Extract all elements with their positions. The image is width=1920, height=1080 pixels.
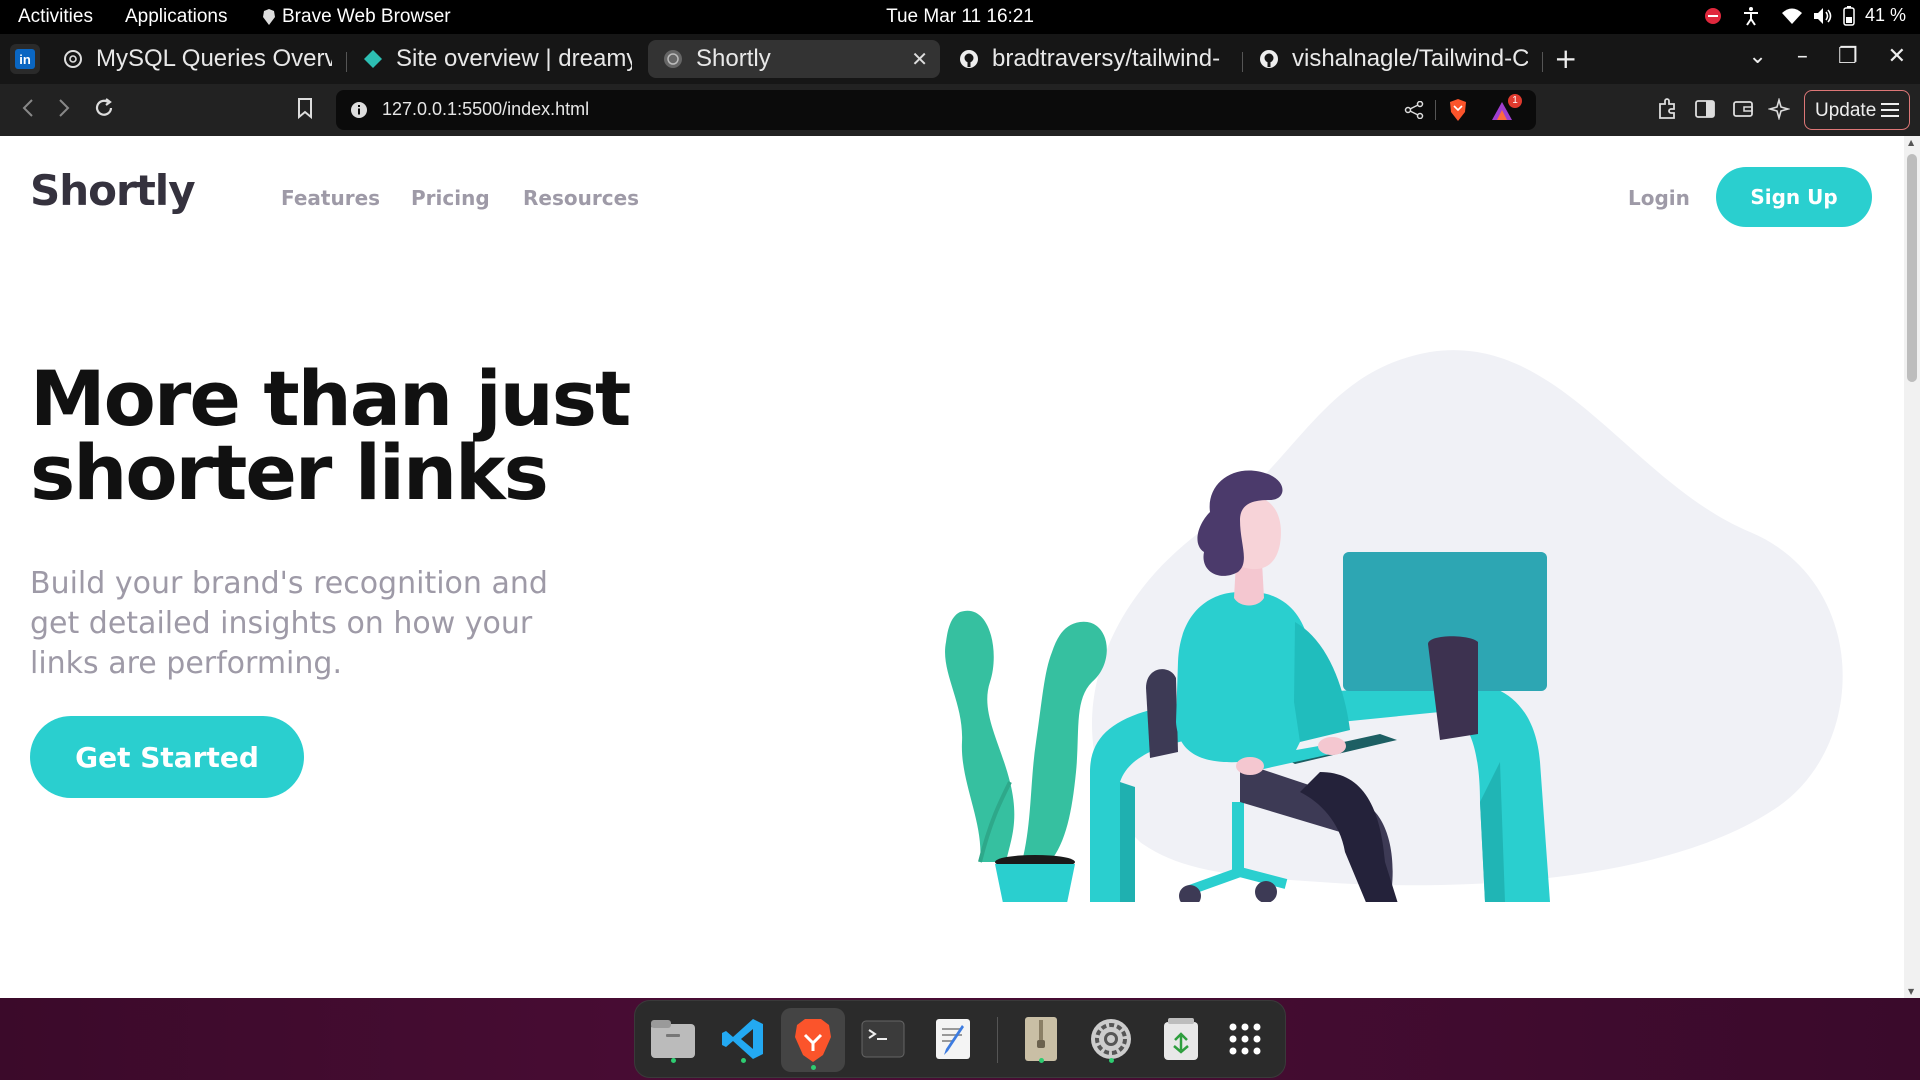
settings-icon <box>1091 1019 1131 1059</box>
wallet-icon[interactable] <box>1732 98 1754 120</box>
github-icon <box>958 48 980 70</box>
close-window-icon[interactable]: ✕ <box>1888 44 1906 69</box>
restore-icon[interactable]: ❐ <box>1838 44 1858 69</box>
brave-shields-icon[interactable] <box>1448 98 1468 122</box>
page-viewport: Shortly Features Pricing Resources Login… <box>0 136 1920 998</box>
battery-percentage: 41 % <box>1864 5 1906 25</box>
battery-icon <box>1843 5 1855 26</box>
archive-icon <box>1025 1017 1057 1061</box>
files-icon <box>651 1020 695 1058</box>
reload-icon[interactable] <box>92 96 116 120</box>
bookmark-icon[interactable] <box>296 96 314 120</box>
sidebar-icon[interactable] <box>1694 98 1716 120</box>
login-link[interactable]: Login <box>1628 186 1690 210</box>
get-started-button[interactable]: Get Started <box>30 716 304 798</box>
applications-menu[interactable]: Applications <box>125 6 227 28</box>
trash-icon <box>1164 1018 1198 1060</box>
share-icon[interactable] <box>1404 101 1424 119</box>
close-tab-icon[interactable]: ✕ <box>911 47 928 72</box>
active-app-label: Brave Web Browser <box>282 6 451 27</box>
site-logo[interactable]: Shortly <box>30 166 196 215</box>
chatgpt-icon <box>62 48 84 70</box>
hero-title: More than just shorter links <box>30 361 750 511</box>
scrollbar-thumb[interactable] <box>1907 154 1917 382</box>
dock-trash[interactable] <box>1155 1013 1207 1065</box>
pinned-tab-linkedin[interactable]: in <box>10 44 40 74</box>
dock-brave[interactable] <box>781 1008 845 1072</box>
forward-icon[interactable] <box>56 96 72 120</box>
tab-vishalnagle-tailwind[interactable]: vishalnagle/Tailwind-C <box>1258 40 1528 78</box>
update-label: Update <box>1815 100 1877 121</box>
vscode-icon <box>722 1019 763 1059</box>
leo-ai-icon[interactable] <box>1768 98 1790 120</box>
tab-title: Shortly <box>696 45 771 72</box>
brave-icon <box>795 1019 831 1062</box>
window-controls: ⌄ – ❐ ✕ <box>1748 44 1906 69</box>
nav-link-features[interactable]: Features <box>281 186 380 210</box>
tab-bradtraversy-tailwind[interactable]: bradtraversy/tailwind- <box>958 40 1228 78</box>
do-not-disturb-icon <box>1704 7 1721 24</box>
tab-title: vishalnagle/Tailwind-C <box>1292 45 1528 72</box>
dock-vscode[interactable] <box>717 1013 769 1065</box>
browser-toolbar: 127.0.0.1:5500/index.html 1 Update <box>0 84 1920 136</box>
tab-site-overview[interactable]: Site overview | dreamy <box>362 40 632 78</box>
dock-show-apps[interactable] <box>1219 1013 1271 1065</box>
linkedin-icon: in <box>15 49 35 69</box>
plant-pot <box>995 864 1075 902</box>
app-grid-icon <box>1229 1023 1261 1055</box>
volume-icon <box>1813 7 1832 24</box>
menu-icon <box>1881 103 1899 117</box>
minimize-icon[interactable]: – <box>1797 44 1808 69</box>
dock-settings[interactable] <box>1085 1013 1137 1065</box>
tab-title: MySQL Queries Overv <box>96 45 332 72</box>
tab-title: bradtraversy/tailwind- <box>992 45 1221 72</box>
dock-terminal[interactable] <box>857 1013 909 1065</box>
signup-button[interactable]: Sign Up <box>1716 167 1872 227</box>
nav-link-pricing[interactable]: Pricing <box>411 186 490 210</box>
address-bar[interactable]: 127.0.0.1:5500/index.html 1 <box>336 90 1536 130</box>
hero-title-line-2: shorter links <box>30 428 549 517</box>
dock-text-editor[interactable] <box>927 1013 979 1065</box>
tab-mysql-queries[interactable]: MySQL Queries Overv <box>62 40 332 78</box>
accessibility-icon <box>1743 6 1758 26</box>
active-app-menu[interactable]: Brave Web Browser <box>262 6 451 28</box>
site-info-icon[interactable] <box>350 101 368 119</box>
back-icon[interactable] <box>20 96 36 120</box>
system-tray[interactable]: 41 % <box>1704 5 1906 26</box>
globe-icon <box>662 48 684 70</box>
terminal-icon <box>861 1020 905 1058</box>
new-tab-icon[interactable]: + <box>1554 42 1577 75</box>
clock[interactable]: Tue Mar 11 16:21 <box>886 6 1034 28</box>
dock-archive-manager[interactable] <box>1015 1013 1067 1065</box>
plant-leaf-left <box>945 610 1015 862</box>
brave-lion-icon <box>263 9 275 25</box>
netlify-icon <box>362 48 384 70</box>
nav-link-resources[interactable]: Resources <box>523 186 639 210</box>
update-button[interactable]: Update <box>1804 90 1910 130</box>
dock <box>634 1000 1286 1078</box>
tab-search-chevron-icon[interactable]: ⌄ <box>1748 44 1766 69</box>
tab-title: Site overview | dreamy <box>396 45 632 72</box>
extensions-icon[interactable] <box>1656 98 1678 120</box>
wifi-icon <box>1781 8 1802 24</box>
page-scrollbar[interactable]: ▲ ▼ <box>1904 136 1920 998</box>
scroll-up-icon[interactable]: ▲ <box>1908 138 1914 147</box>
tab-shortly[interactable]: Shortly ✕ <box>648 40 940 78</box>
activities-button[interactable]: Activities <box>18 6 93 28</box>
chair-back <box>1146 669 1178 758</box>
scroll-down-icon[interactable]: ▼ <box>1908 987 1914 996</box>
hero-illustration <box>945 350 1843 902</box>
text-editor-icon <box>936 1019 970 1059</box>
url-text: 127.0.0.1:5500/index.html <box>382 99 590 119</box>
hero-subtitle: Build your brand's recognition and get d… <box>30 566 548 681</box>
system-top-bar: Activities Applications Brave Web Browse… <box>0 0 1920 34</box>
github-icon <box>1258 48 1280 70</box>
browser-tab-strip: in MySQL Queries Overv Site overview | d… <box>0 34 1920 84</box>
dock-files[interactable] <box>647 1013 699 1065</box>
notification-badge: 1 <box>1508 94 1522 108</box>
